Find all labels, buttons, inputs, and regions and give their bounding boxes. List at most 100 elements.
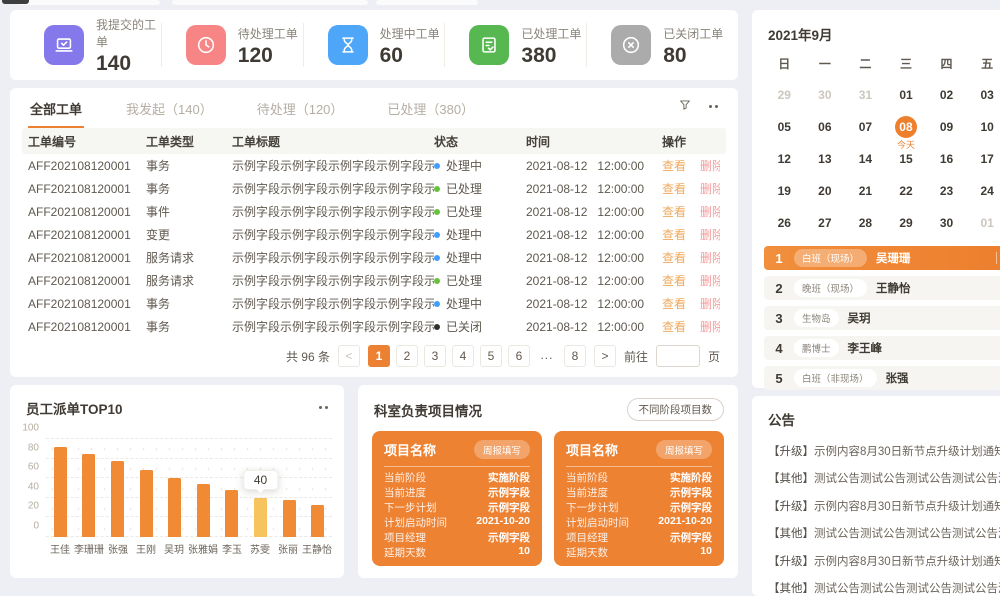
bar[interactable]	[197, 484, 210, 537]
notice-item[interactable]: 【其他】测试公告测试公告测试公告测试公告测试公告	[768, 470, 1000, 486]
bar[interactable]	[283, 500, 296, 537]
notice-item[interactable]: 【升级】示例内容8月30日新节点升级计划通知	[768, 553, 1000, 569]
calendar-day[interactable]: 28	[845, 210, 886, 236]
delete-link[interactable]: 删除	[700, 226, 720, 243]
workorder-tab-3[interactable]: 已处理（380）	[385, 87, 476, 128]
workorder-tab-2[interactable]: 待处理（120）	[255, 87, 346, 128]
goto-page-input[interactable]	[656, 345, 700, 367]
page-button-4[interactable]: 4	[452, 345, 474, 367]
calendar-day[interactable]: 13	[805, 146, 846, 172]
calendar-day[interactable]: 01	[886, 82, 927, 108]
today-marker[interactable]: 08	[895, 116, 917, 138]
calendar-day[interactable]: 07	[845, 114, 886, 140]
calendar-day[interactable]: 30	[926, 210, 967, 236]
calendar-day[interactable]: 26	[764, 210, 805, 236]
page-suffix: 页	[708, 348, 720, 365]
shift-row[interactable]: 4鹏博士李王峰	[764, 336, 1000, 360]
notice-item[interactable]: 【其他】测试公告测试公告测试公告测试公告测试公告	[768, 525, 1000, 541]
delete-link[interactable]: 删除	[700, 157, 720, 174]
bar[interactable]	[225, 490, 238, 537]
page-button-3[interactable]: 3	[424, 345, 446, 367]
calendar-day[interactable]: 03	[967, 82, 1000, 108]
page-button-6[interactable]: 6	[508, 345, 530, 367]
page-button-8[interactable]: 8	[564, 345, 586, 367]
delete-link[interactable]: 删除	[700, 272, 720, 289]
bar[interactable]	[54, 447, 67, 537]
view-link[interactable]: 查看	[662, 157, 686, 174]
page-button-2[interactable]: 2	[396, 345, 418, 367]
page-button-5[interactable]: 5	[480, 345, 502, 367]
project-field: 下一步计划示例字段	[566, 500, 712, 515]
workorder-tab-1[interactable]: 我发起（140）	[124, 87, 215, 128]
shift-name: 张强	[886, 370, 909, 386]
delete-link[interactable]: 删除	[700, 249, 720, 266]
bar[interactable]	[111, 461, 124, 537]
next-page-button[interactable]: >	[594, 345, 616, 367]
delete-link[interactable]: 删除	[700, 180, 720, 197]
weekly-report-badge[interactable]: 周报填写	[656, 440, 712, 459]
project-card-header: 项目名称周报填写	[566, 440, 712, 467]
notice-item[interactable]: 【升级】示例内容8月30日新节点升级计划通知	[768, 443, 1000, 459]
calendar-day[interactable]: 16	[926, 146, 967, 172]
bar[interactable]	[254, 498, 267, 537]
calendar-day[interactable]: 23	[926, 178, 967, 204]
bar[interactable]	[311, 505, 324, 537]
calendar-day[interactable]: 02	[926, 82, 967, 108]
project-field: 项目经理示例字段	[384, 530, 530, 545]
calendar-day[interactable]: 15	[886, 146, 927, 172]
calendar-day[interactable]: 09	[926, 114, 967, 140]
calendar-day[interactable]: 29	[886, 210, 927, 236]
view-link[interactable]: 查看	[662, 272, 686, 289]
more-icon[interactable]	[708, 105, 720, 109]
more-icon[interactable]	[318, 406, 330, 410]
field-value: 示例字段	[488, 500, 530, 515]
calendar-day[interactable]: 20	[805, 178, 846, 204]
bar[interactable]	[168, 478, 181, 537]
shift-row[interactable]: 2晚班（现场）王静怡	[764, 276, 1000, 300]
view-link[interactable]: 查看	[662, 295, 686, 312]
view-link[interactable]: 查看	[662, 180, 686, 197]
bar[interactable]	[140, 470, 153, 537]
order-type: 事务	[146, 318, 232, 335]
prev-page-button[interactable]: <	[338, 345, 360, 367]
calendar-day[interactable]: 05	[764, 114, 805, 140]
goto-label: 前往	[624, 348, 648, 365]
calendar-day[interactable]: 12	[764, 146, 805, 172]
calendar-day[interactable]: 22	[886, 178, 927, 204]
shift-row[interactable]: 3生物岛吴玥	[764, 306, 1000, 330]
calendar-day[interactable]: 27	[805, 210, 846, 236]
workorder-tab-0[interactable]: 全部工单	[28, 87, 84, 128]
weekly-report-badge[interactable]: 周报填写	[474, 440, 530, 459]
calendar-day[interactable]: 14	[845, 146, 886, 172]
calendar-day[interactable]: 31	[845, 82, 886, 108]
shift-row[interactable]: 1白班（现场）吴珊珊	[764, 246, 1000, 270]
calendar-day[interactable]: 08今天	[886, 114, 927, 140]
calendar-day[interactable]: 06	[805, 114, 846, 140]
delete-link[interactable]: 删除	[700, 295, 720, 312]
calendar-day[interactable]: 01	[967, 210, 1000, 236]
bar[interactable]	[82, 454, 95, 537]
order-actions: 查看删除	[662, 157, 720, 174]
shift-row[interactable]: 5白班（非现场）张强	[764, 366, 1000, 390]
calendar-day[interactable]: 17	[967, 146, 1000, 172]
view-link[interactable]: 查看	[662, 249, 686, 266]
notice-item[interactable]: 【升级】示例内容8月30日新节点升级计划通知	[768, 498, 1000, 514]
calendar-day[interactable]: 21	[845, 178, 886, 204]
calendar-day[interactable]: 10	[967, 114, 1000, 140]
calendar-day[interactable]: 24	[967, 178, 1000, 204]
view-link[interactable]: 查看	[662, 226, 686, 243]
calendar-day[interactable]: 29	[764, 82, 805, 108]
view-link[interactable]: 查看	[662, 203, 686, 220]
delete-link[interactable]: 删除	[700, 318, 720, 335]
notice-item[interactable]: 【其他】测试公告测试公告测试公告测试公告测试公告	[768, 580, 1000, 596]
calendar-day[interactable]: 30	[805, 82, 846, 108]
calendar-day[interactable]: 19	[764, 178, 805, 204]
page-button-1[interactable]: 1	[368, 345, 390, 367]
stage-count-button[interactable]: 不同阶段项目数	[627, 398, 725, 421]
y-axis-tick: 100	[22, 423, 39, 434]
status-dot-icon	[434, 232, 440, 238]
view-link[interactable]: 查看	[662, 318, 686, 335]
delete-link[interactable]: 删除	[700, 203, 720, 220]
calendar-title: 2021年9月	[768, 24, 833, 44]
filter-icon[interactable]	[678, 98, 692, 117]
